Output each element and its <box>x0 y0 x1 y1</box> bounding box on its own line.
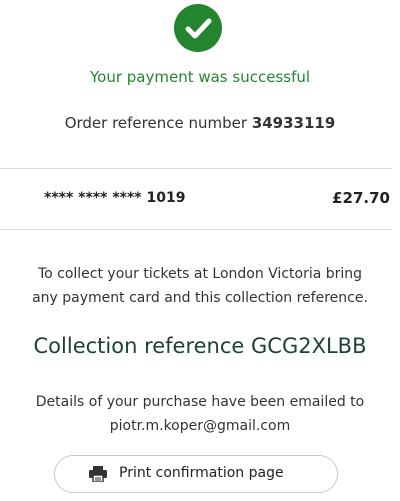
collection-instructions: To collect your tickets at London Victor… <box>0 262 400 310</box>
printer-icon <box>89 466 107 483</box>
divider <box>0 229 392 230</box>
divider <box>0 168 392 169</box>
collection-reference: Collection reference GCG2XLBB <box>33 334 367 358</box>
print-confirmation-button[interactable]: Print confirmation page <box>54 455 338 493</box>
email-details-line: Details of your purchase have been email… <box>35 394 365 410</box>
collection-instructions-line: any payment card and this collection ref… <box>32 290 368 306</box>
card-number-masked: **** **** **** 1019 <box>44 190 186 206</box>
order-reference-label: Order reference number <box>64 114 248 132</box>
order-reference-number: 34933119 <box>251 114 336 132</box>
email-details: Details of your purchase have been email… <box>0 390 400 438</box>
order-reference: Order reference number 34933119 <box>0 114 400 132</box>
print-button-label: Print confirmation page <box>119 465 284 481</box>
collection-instructions-line: To collect your tickets at London Victor… <box>37 266 363 282</box>
payment-success-message: Your payment was successful <box>89 68 311 86</box>
success-check-icon <box>174 4 222 52</box>
payment-amount: £27.70 <box>332 189 390 207</box>
email-address: piotr.m.koper@gmail.com <box>109 418 291 434</box>
